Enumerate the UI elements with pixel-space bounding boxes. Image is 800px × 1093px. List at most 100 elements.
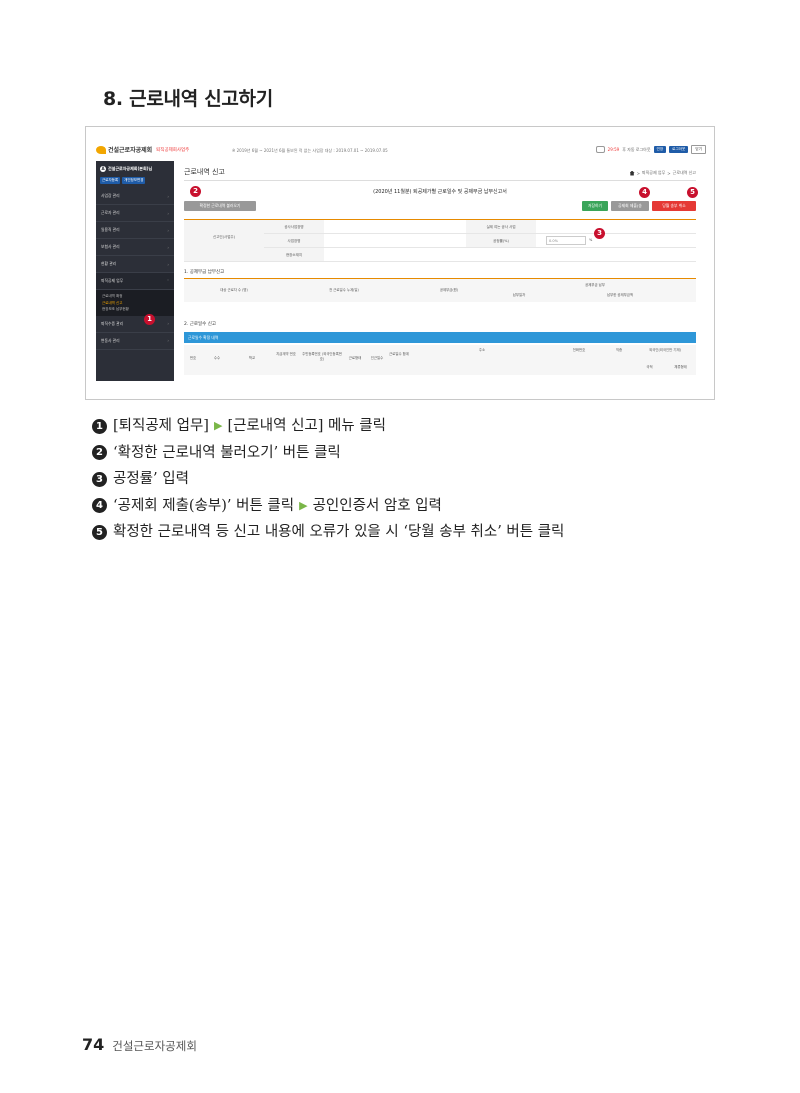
sidebar-item-label: 변동사 관리 <box>101 337 120 343</box>
sidebar-submenu: 근로내역 확정 근로내역 신고 현장보조 납부현황 <box>96 290 174 316</box>
page-footer: 74 건설근로자공제회 <box>82 1035 197 1054</box>
page-number: 74 <box>82 1035 105 1054</box>
org-name: 건설근로자공제회(본회)님 <box>108 166 153 171</box>
section-title: 8. 근로내역 신고하기 <box>103 88 273 110</box>
progress-rate-input[interactable]: 0.0% <box>546 236 586 245</box>
column-header: 근로일수 합계 <box>389 352 409 356</box>
column-header: 대상 근로자 수 (명) <box>220 288 248 292</box>
chevron-right-icon: › <box>167 210 169 216</box>
step-text: 공정률’ 입력 <box>113 471 189 487</box>
callout-marker-3: 3 <box>594 228 605 239</box>
info-label: 사업장명 <box>264 234 324 248</box>
column-subheader: 국적 <box>646 365 653 369</box>
step-item: 4 ‘공제회 제출(송부)’ 버튼 클릭 ▶ 공인인증서 암호 입력 <box>92 493 564 520</box>
payment-grid-header: 대상 근로자 수 (명) 전 근로일수 누계(일) 공제부금(원) 공제부금 납… <box>184 278 696 302</box>
column-header: 학교 <box>248 356 256 360</box>
step-text: ‘공제회 제출(송부)’ 버튼 클릭 <box>113 497 295 514</box>
step-text: [퇴직공제 업무] <box>113 418 209 434</box>
extend-session-button[interactable]: 연장 <box>653 146 667 153</box>
step-text: ‘확정한 근로내역 불러오기’ 버튼 클릭 <box>113 444 341 461</box>
logo-text: 건설근로자공제회 <box>108 147 153 154</box>
step-number: 1 <box>92 418 107 434</box>
logo-icon <box>96 145 106 154</box>
info-label: 실제 여는 공사 사업 <box>466 220 536 234</box>
chevron-down-icon: ˅ <box>167 278 169 284</box>
callout-marker-2: 2 <box>190 186 201 197</box>
submenu-item-payment[interactable]: 현장보조 납부현황 <box>102 306 168 313</box>
chevron-right-icon: › <box>167 338 169 343</box>
breadcrumb-item[interactable]: 퇴직공제 업무 <box>642 170 665 176</box>
page-title: 근로내역 신고 <box>184 168 225 176</box>
breadcrumb-item[interactable]: 근로내역 신고 <box>673 170 696 176</box>
sidebar-item-label: 일용직 관리 <box>101 227 120 232</box>
sidebar-item-worker[interactable]: 근로자 관리 › <box>96 205 174 222</box>
column-header: 전화번호 <box>572 348 586 352</box>
chevron-right-icon: › <box>167 244 169 250</box>
save-button[interactable]: 저장하기 <box>582 201 608 211</box>
arrow-right-icon: ▶ <box>213 419 223 432</box>
info-label: 공사사업장명 <box>264 220 324 234</box>
sidebar-item-label: 현황 관리 <box>101 261 117 266</box>
sidebar-item-site[interactable]: 사업장 관리 › <box>96 188 174 205</box>
logo-subtitle: 퇴직공제회사업주 <box>156 147 190 153</box>
sidebar-item-label: 퇴직수증 관리 <box>101 320 124 326</box>
notice-text: ※ 2019년 6월 ~ 2021년 6월 통보된 적 없는 사업장 대상 : … <box>232 148 388 153</box>
session-timer: 29:59 <box>607 147 620 152</box>
sidebar-item-insurer[interactable]: 보험사 관리 › <box>96 239 174 256</box>
logout-button[interactable]: 로그아웃 <box>669 146 689 153</box>
breadcrumb-sep: > <box>636 170 640 176</box>
arrow-right-icon: ▶ <box>299 498 308 512</box>
divider <box>184 180 696 181</box>
close-button[interactable]: 닫기 <box>691 145 706 154</box>
chevron-right-icon: › <box>167 193 169 199</box>
step-item: 3 공정률’ 입력 <box>92 466 564 493</box>
footer-org: 건설근로자공제회 <box>112 1039 197 1053</box>
sidebar-item-change[interactable]: 변동사 관리 › <box>96 333 174 350</box>
step-number: 5 <box>92 524 107 540</box>
org-icon: A <box>100 166 106 172</box>
app-topbar: 건설근로자공제회 퇴직공제회사업주 ※ 2019년 6월 ~ 2021년 6월 … <box>96 139 706 161</box>
instruction-list: 1 [퇴직공제 업무] ▶ [근로내역 신고] 메뉴 클릭 2 ‘확정한 근로내… <box>92 413 564 546</box>
step-text: [근로내역 신고] 메뉴 클릭 <box>227 418 386 434</box>
sidebar-item-retirement[interactable]: 퇴직공제 업무 ˅ <box>96 273 174 290</box>
column-header: 외국인(외국인만 기재) <box>649 348 681 352</box>
column-header: 전 근로일수 누계(일) <box>329 288 359 292</box>
action-buttons: 저장하기 공제회 제출(송부) 당월 송부 취소 <box>582 201 696 218</box>
edit-profile-button[interactable]: 개인정보변경 <box>122 177 146 184</box>
logo[interactable]: 건설근로자공제회 퇴직공제회사업주 <box>96 145 189 154</box>
chevron-right-icon: › <box>167 321 169 326</box>
info-row <box>324 248 696 262</box>
step-number: 3 <box>92 471 107 487</box>
sidebar-item-daily[interactable]: 일용직 관리 › <box>96 222 174 239</box>
sidebar-item-label: 근로자 관리 <box>101 210 120 215</box>
session-timer-suffix: 후 자동 로그아웃 <box>622 146 651 152</box>
info-label: 공정률(%) <box>466 234 536 248</box>
confirmed-history-bar: 근로일수 확정 내역 <box>184 332 696 343</box>
monitor-icon <box>595 146 605 153</box>
column-header: 지급계약 번호 <box>276 352 296 356</box>
column-header: 공제부금(원) <box>439 288 459 292</box>
submit-button[interactable]: 공제회 제출(송부) <box>611 201 649 218</box>
chevron-right-icon: › <box>167 227 169 233</box>
column-header: 수수 <box>213 356 221 360</box>
document-title: (2020년 11월분) 퇴공제가별 근로일수 및 공제부금 납부신고서 <box>373 189 507 195</box>
section-payment-title: 1. 공제부금 납부신고 <box>184 270 225 275</box>
sidebar-item-label: 보험사 관리 <box>101 244 120 249</box>
rate-unit: % <box>589 238 593 242</box>
register-worker-button[interactable]: 근로자등록 <box>100 177 121 184</box>
home-icon[interactable] <box>629 170 635 176</box>
column-subheader: 체류형태 <box>674 365 687 369</box>
load-confirmed-button[interactable]: 확정한 근로내역 불러오기 <box>184 201 256 211</box>
breadcrumb-sep: > <box>667 170 671 176</box>
column-subheader: 납부한 공제부금액 <box>606 293 634 297</box>
callout-marker-1: 1 <box>144 314 155 325</box>
step-text: 확정한 근로내역 등 신고 내용에 오류가 있을 시 ‘당월 송부 취소’ 버튼… <box>113 524 565 540</box>
column-header: 주소 <box>478 348 486 352</box>
step-item: 2 ‘확정한 근로내역 불러오기’ 버튼 클릭 <box>92 440 564 467</box>
column-header: 직종 <box>615 348 623 352</box>
sidebar-item-retire-receipt[interactable]: 퇴직수증 관리 › <box>96 316 174 333</box>
step-text: 공인인증서 암호 입력 <box>312 497 442 514</box>
sidebar-item-status[interactable]: 현황 관리 › <box>96 256 174 273</box>
column-header: 번호 <box>189 356 197 360</box>
cancel-submission-button[interactable]: 당월 송부 취소 <box>652 201 696 211</box>
